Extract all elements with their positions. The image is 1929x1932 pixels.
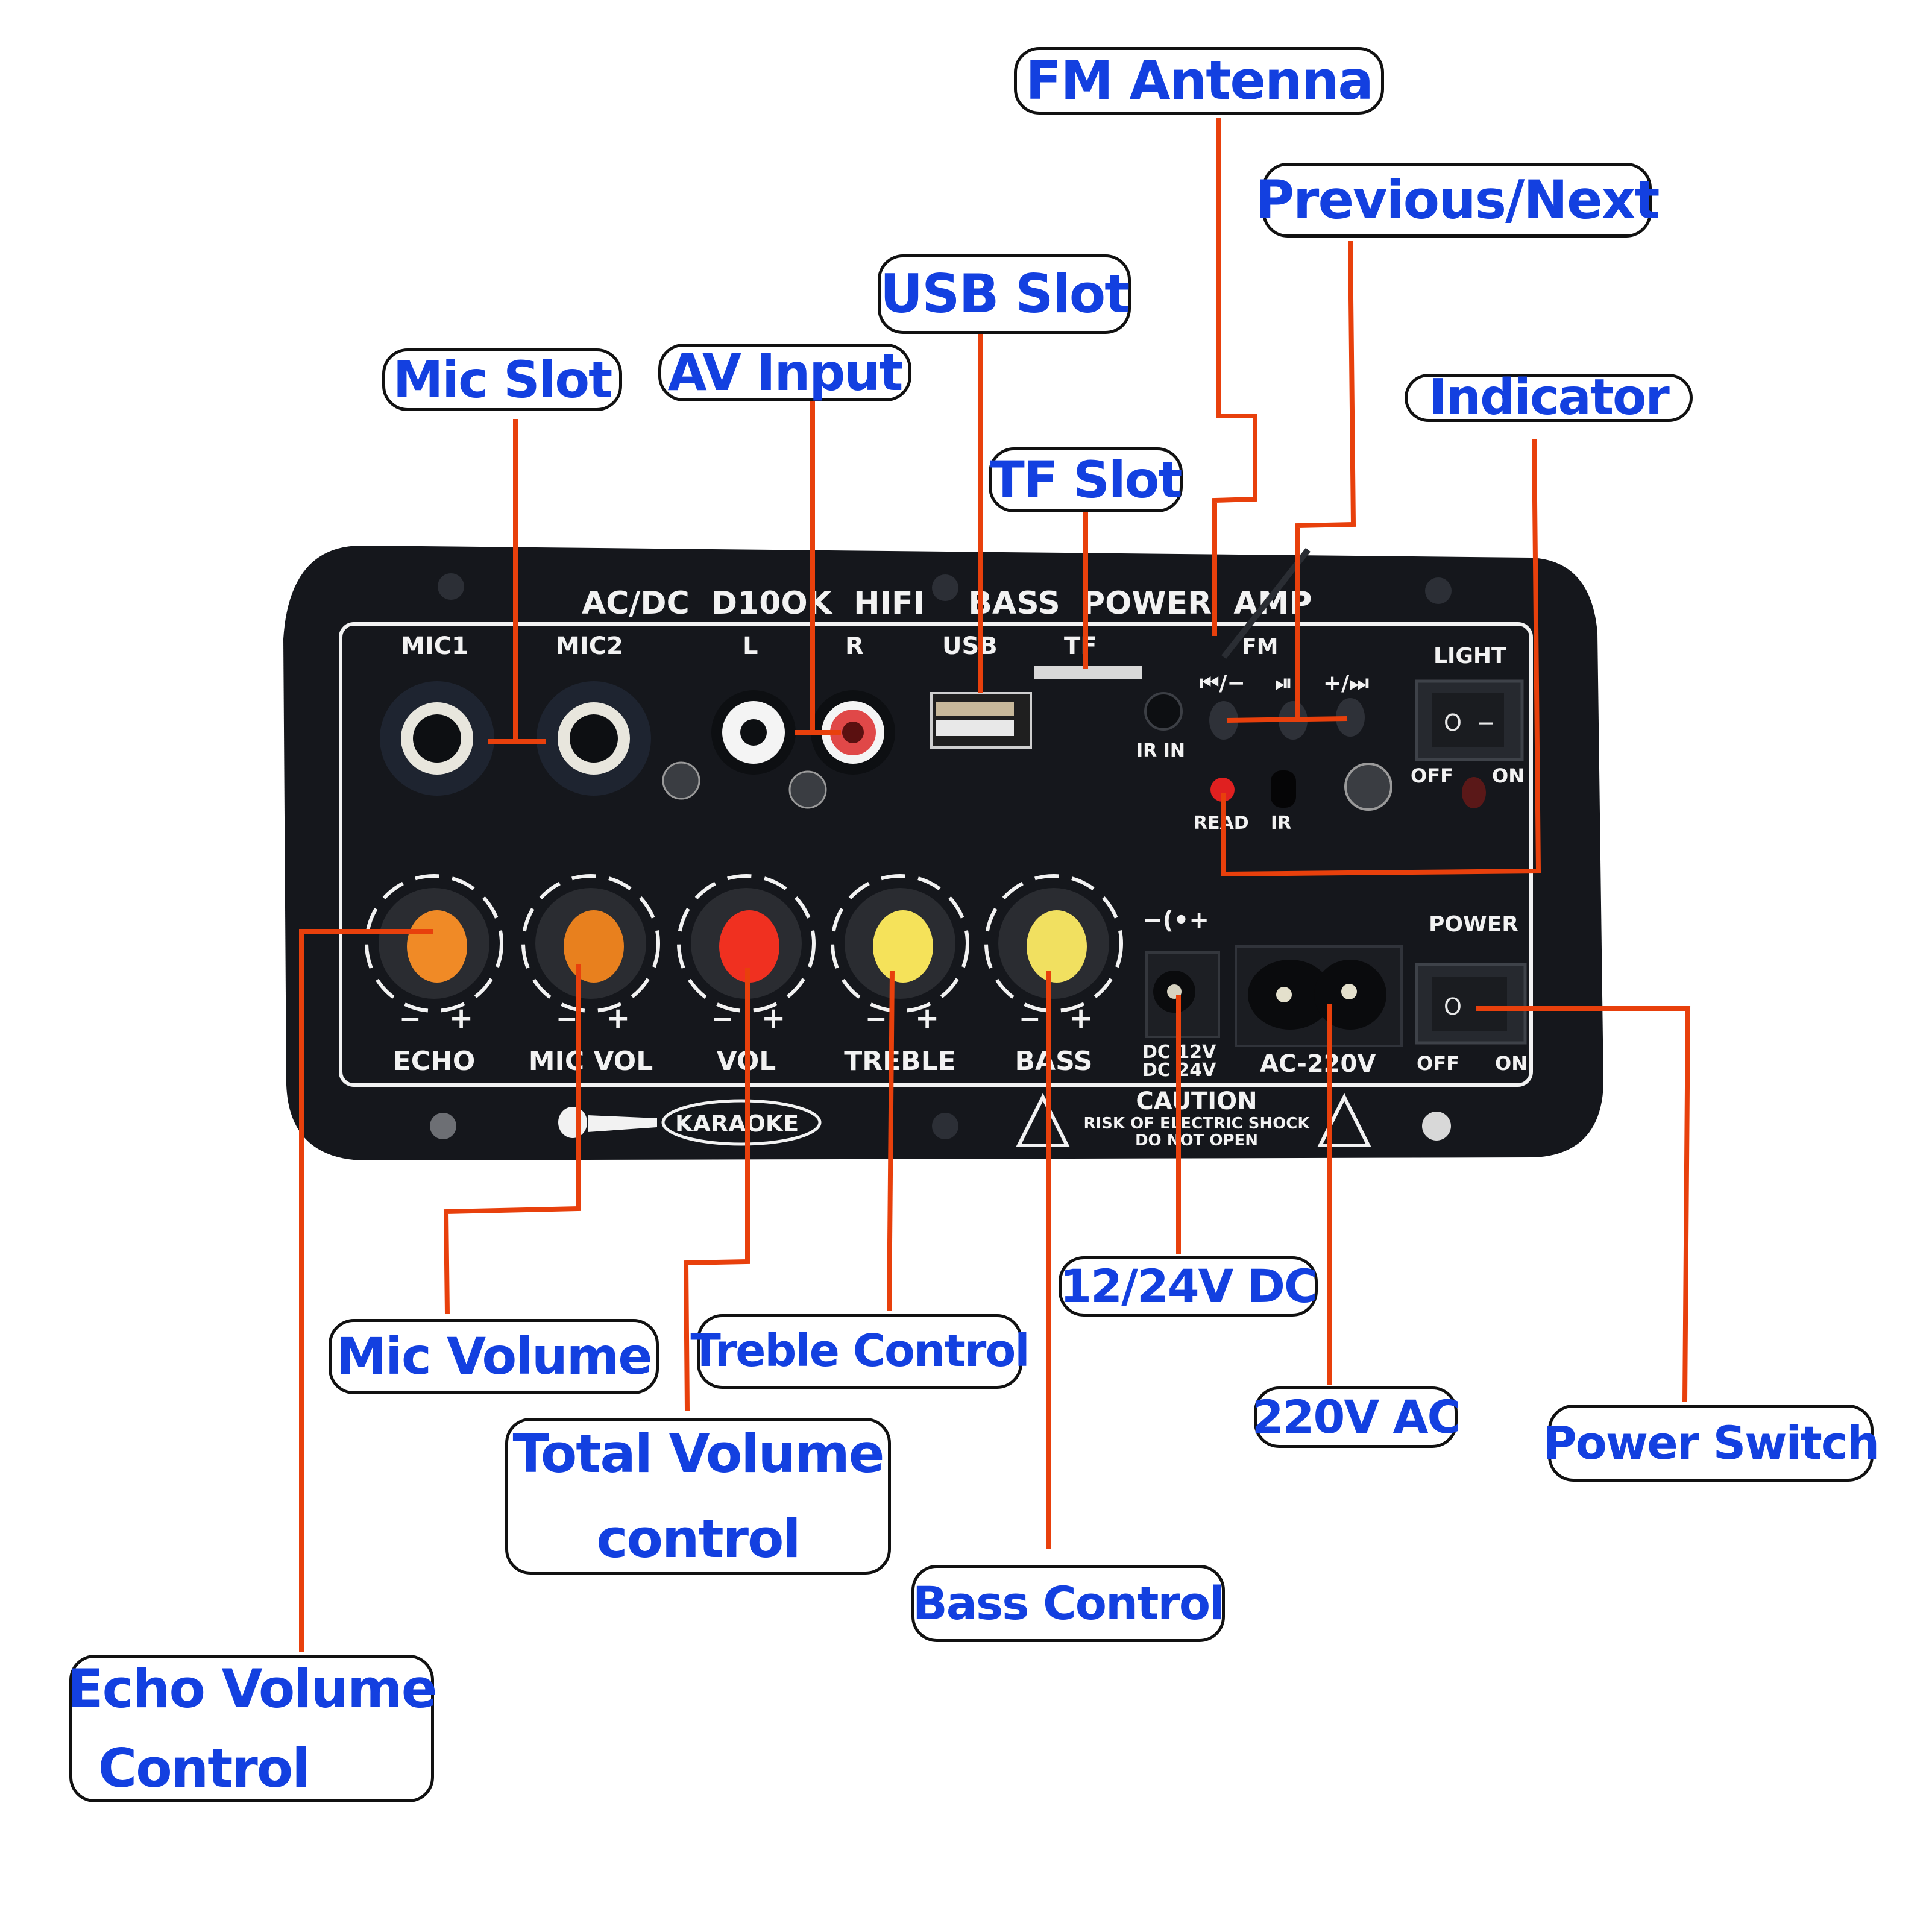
- svg-text:DO NOT OPEN: DO NOT OPEN: [1135, 1131, 1258, 1150]
- screw: [1344, 763, 1392, 811]
- callout-echo-volume-line1: Echo Volume: [67, 1658, 438, 1720]
- knob-minus-label: −: [865, 1004, 887, 1034]
- knob-plus-label: +: [1069, 1001, 1093, 1035]
- label-mic1: MIC1: [401, 632, 468, 660]
- callout-power-switch: Power Switch: [1543, 1405, 1880, 1482]
- ir-receiver: [1271, 770, 1296, 808]
- callout-220v-ac: 220V AC: [1252, 1386, 1461, 1448]
- callout-total-volume: Total Volume control: [505, 1418, 891, 1575]
- mic2-jack[interactable]: [537, 681, 651, 796]
- knob-minus-label: −: [399, 1004, 421, 1034]
- knob-label: MIC VOL: [529, 1046, 653, 1077]
- amp-panel: AC/DC D10OK HIFI BASS POWER AMP MIC1 MIC…: [283, 546, 1603, 1160]
- knob-label: TREBLE: [844, 1046, 956, 1077]
- knob-cap: [564, 910, 624, 983]
- label-right: R: [845, 632, 864, 660]
- svg-text:O −: O −: [1444, 710, 1496, 736]
- callout-total-volume-line1: Total Volume: [512, 1422, 885, 1485]
- mount-hole: [438, 573, 464, 600]
- knob-minus-label: −: [711, 1004, 734, 1034]
- knob-label: ECHO: [393, 1046, 476, 1077]
- power-switch-off-label: OFF: [1417, 1052, 1459, 1075]
- power-rocker-switch[interactable]: O −: [1415, 963, 1527, 1045]
- leader-treble: [887, 970, 895, 1312]
- label-ir: IR: [1271, 813, 1291, 834]
- screw: [788, 770, 827, 809]
- light-switch[interactable]: O −: [1415, 679, 1524, 761]
- callout-usb-slot: USB Slot: [878, 254, 1131, 334]
- callout-mic-volume: Mic Volume: [329, 1319, 659, 1394]
- label-usb: USB: [942, 632, 998, 660]
- ir-in-jack[interactable]: [1144, 692, 1183, 731]
- callout-mic-slot: Mic Slot: [382, 348, 622, 411]
- callout-echo-volume: Echo Volume Control: [67, 1655, 438, 1802]
- dc-power-jack[interactable]: [1145, 951, 1220, 1038]
- light-switch-title: LIGHT: [1433, 644, 1506, 669]
- next-button-label: +/⏭: [1323, 671, 1369, 696]
- knob-label: BASS: [1015, 1046, 1093, 1077]
- mount-hole: [1422, 1112, 1451, 1141]
- prev-button-label: ⏮/−: [1200, 671, 1245, 696]
- label-read: READ: [1194, 813, 1249, 834]
- usb-port[interactable]: [930, 692, 1032, 749]
- power-switch-title: POWER: [1429, 912, 1518, 937]
- knob-plus-label: +: [449, 1001, 473, 1035]
- label-tf: TF: [1064, 632, 1097, 660]
- svg-text:KARAOKE: KARAOKE: [675, 1110, 799, 1137]
- knob-cap: [1027, 910, 1087, 983]
- svg-text:RISK OF ELECTRIC SHOCK: RISK OF ELECTRIC SHOCK: [1083, 1115, 1310, 1133]
- callout-previous-next: Previous/Next: [1256, 163, 1660, 238]
- rca-left-jack[interactable]: [711, 690, 796, 775]
- mount-hole: [430, 1113, 456, 1139]
- knob-cap: [407, 910, 467, 983]
- knob-cap: [873, 910, 933, 983]
- callout-total-volume-line2: control: [596, 1508, 801, 1570]
- callout-12-24v-dc: 12/24V DC: [1059, 1256, 1318, 1317]
- knob-plus-label: +: [915, 1001, 939, 1035]
- mount-hole: [932, 1113, 958, 1139]
- knob-minus-label: −: [1019, 1004, 1041, 1034]
- callout-echo-volume-line2: Control: [98, 1737, 310, 1799]
- play-pause-button-label: ⏯: [1275, 671, 1292, 696]
- callout-indicator: Indicator: [1405, 369, 1693, 426]
- callout-treble-control: Treble Control: [690, 1314, 1030, 1389]
- light-switch-on-label: ON: [1492, 764, 1525, 787]
- svg-text:CAUTION: CAUTION: [1136, 1087, 1257, 1115]
- knob-plus-label: +: [606, 1001, 630, 1035]
- light-switch-off-label: OFF: [1411, 764, 1453, 787]
- dc-polarity-symbol: −(•+: [1142, 907, 1209, 934]
- callout-bass-control: Bass Control: [911, 1565, 1225, 1642]
- screw: [662, 761, 700, 800]
- ac-220v-label: AC-220V: [1260, 1050, 1376, 1078]
- mic1-jack[interactable]: [380, 681, 494, 796]
- mount-hole: [1425, 577, 1452, 604]
- label-fm: FM: [1242, 635, 1278, 659]
- panel-header: AC/DC D10OK HIFI BASS POWER AMP: [582, 585, 1312, 621]
- label-mic2: MIC2: [556, 632, 623, 660]
- power-switch-on-label: ON: [1495, 1052, 1528, 1075]
- callout-fm-antenna: FM Antenna: [1014, 47, 1384, 115]
- label-left: L: [743, 632, 758, 660]
- callout-tf-slot: TF Slot: [989, 447, 1183, 512]
- knob-plus-label: +: [761, 1001, 785, 1035]
- knob-minus-label: −: [556, 1004, 578, 1034]
- label-ir-in: IR IN: [1136, 740, 1185, 761]
- ac-power-inlet[interactable]: [1235, 945, 1403, 1047]
- light-led: [1462, 777, 1486, 808]
- callout-av-input: AV Input: [658, 343, 911, 401]
